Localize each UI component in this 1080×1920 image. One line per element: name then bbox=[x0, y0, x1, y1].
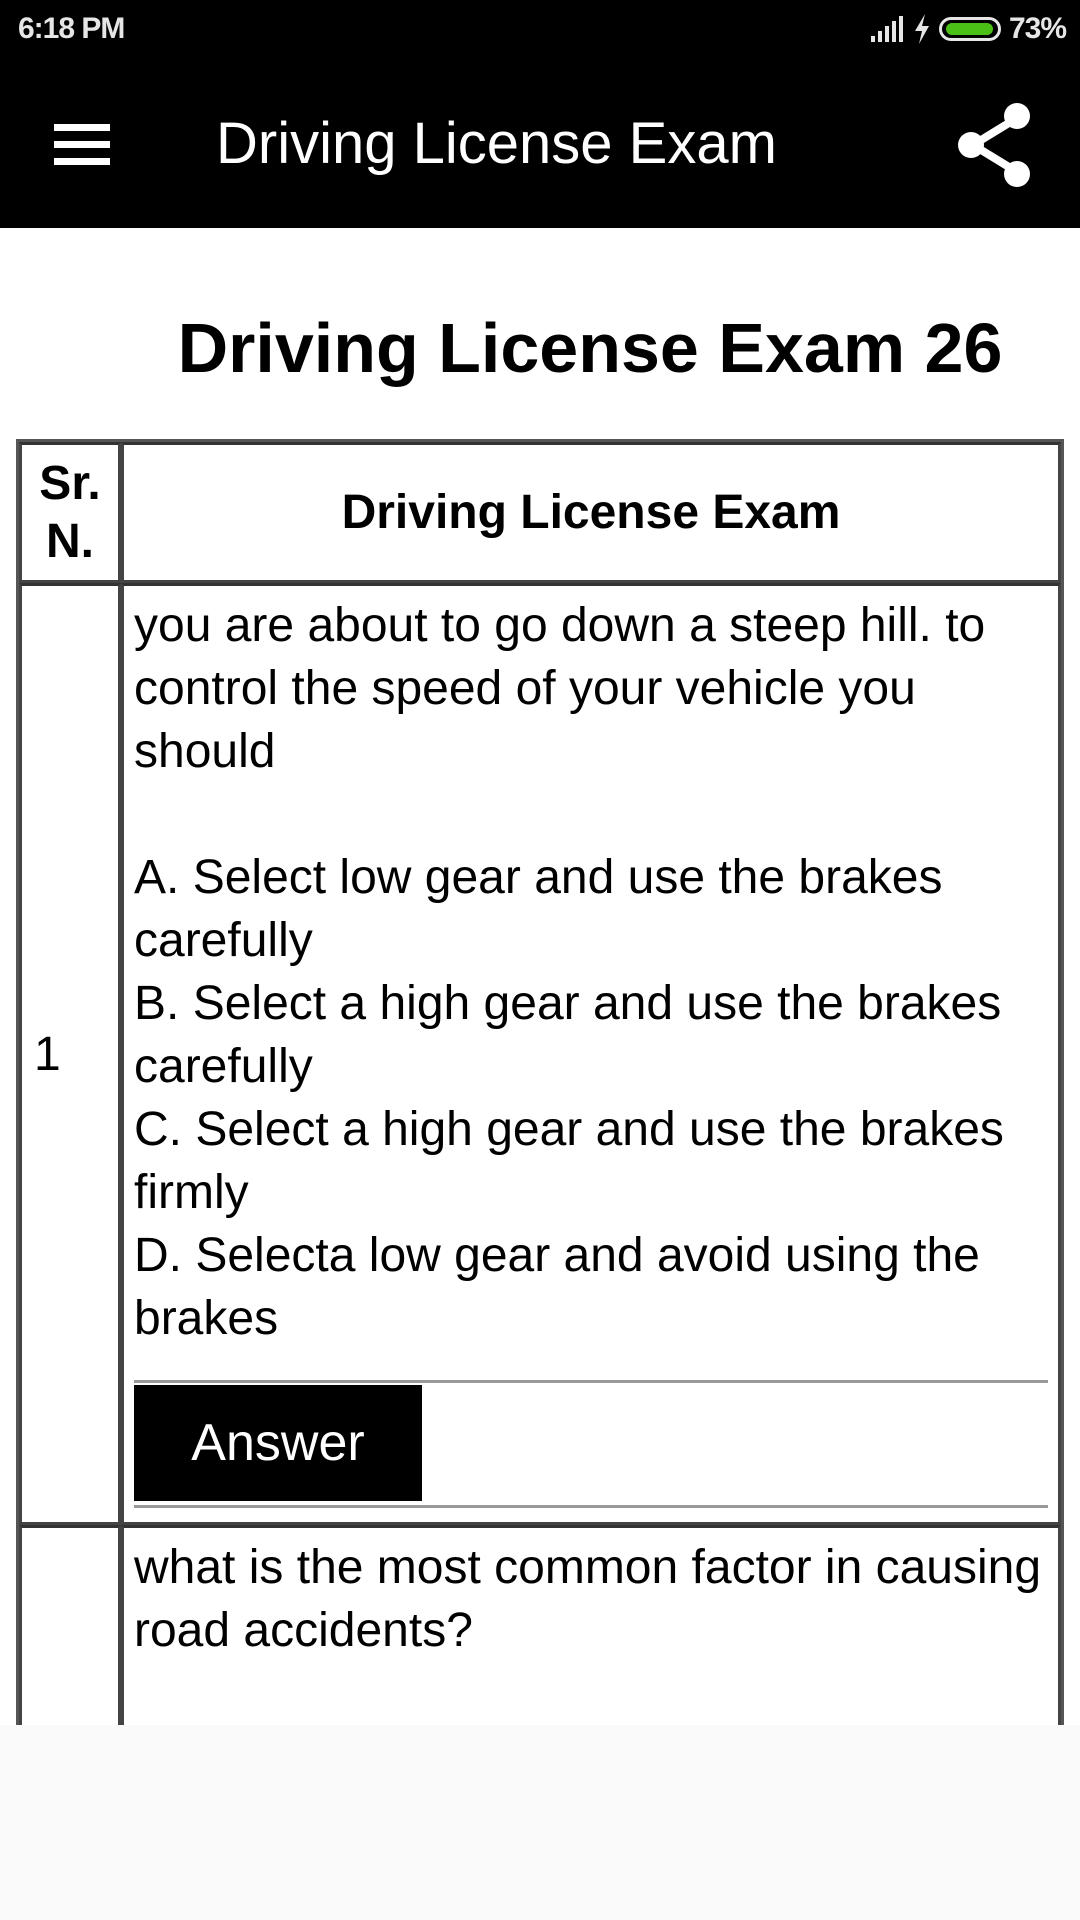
battery-icon bbox=[938, 17, 1001, 41]
row-sr-number: 1 bbox=[19, 583, 121, 1526]
battery-percent: 73% bbox=[1008, 12, 1067, 45]
status-icons: 73% bbox=[869, 12, 1067, 46]
table-row: 1 you are about to go down a steep hill.… bbox=[19, 583, 1061, 1526]
question-text: you are about to go down a steep hill. t… bbox=[134, 599, 986, 779]
header-sr-number: Sr. N. bbox=[19, 442, 121, 584]
answer-bar: Answer bbox=[134, 1380, 1048, 1509]
table-row: what is the most common factor in causin… bbox=[19, 1525, 1061, 1725]
question-cell: you are about to go down a steep hill. t… bbox=[121, 583, 1061, 1526]
row-sr-number bbox=[19, 1525, 121, 1725]
answer-button[interactable]: Answer bbox=[134, 1385, 422, 1502]
share-icon[interactable] bbox=[955, 100, 1035, 190]
charging-icon bbox=[914, 14, 929, 44]
app-title: Driving License Exam bbox=[216, 111, 777, 176]
table-header-row: Sr. N. Driving License Exam bbox=[19, 442, 1061, 584]
content-area: Driving License Exam 26 Sr. N. Driving L… bbox=[0, 228, 1080, 1725]
battery-fill bbox=[945, 23, 993, 35]
question-cell: what is the most common factor in causin… bbox=[121, 1525, 1061, 1725]
header-sr-line1: Sr. bbox=[39, 457, 101, 510]
page-title: Driving License Exam 26 bbox=[177, 309, 1003, 387]
signal-icon bbox=[870, 16, 903, 42]
exam-table: Sr. N. Driving License Exam 1 you are ab… bbox=[16, 439, 1064, 1725]
option-c: C. Select a high gear and use the brakes… bbox=[134, 1103, 1004, 1220]
option-b: B. Select a high gear and use the brakes… bbox=[134, 977, 1002, 1094]
question-text: what is the most common factor in causin… bbox=[134, 1541, 1042, 1658]
hamburger-menu-icon[interactable] bbox=[54, 124, 112, 165]
status-bar: 6:18 PM 73% bbox=[0, 0, 1080, 60]
app-bar: Driving License Exam bbox=[0, 60, 1080, 228]
status-time: 6:18 PM bbox=[18, 12, 125, 45]
header-question: Driving License Exam bbox=[121, 442, 1061, 584]
option-a: A. Select low gear and use the brakes ca… bbox=[134, 851, 943, 968]
header-sr-line2: N. bbox=[46, 514, 94, 568]
option-d: D. Selecta low gear and avoid using the … bbox=[134, 1229, 980, 1346]
